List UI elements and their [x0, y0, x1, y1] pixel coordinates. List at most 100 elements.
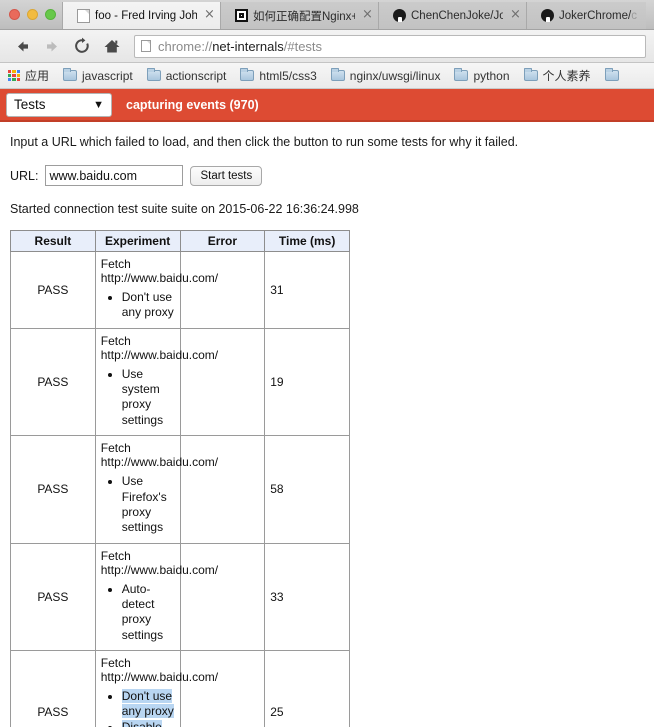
table-header-row: Result Experiment Error Time (ms) — [10, 230, 350, 252]
bookmarks-bar: 应用 javascript actionscript html5/css3 nginx/… — [0, 63, 654, 89]
page-select-dropdown[interactable]: Tests ▼ — [6, 92, 112, 117]
table-row: PASSFetch http://www.baidu.com/Use Firef… — [10, 435, 350, 544]
page-select-value: Tests — [14, 97, 46, 112]
github-icon — [393, 9, 406, 22]
selected-text: Don't use any proxy — [121, 689, 174, 719]
tests-page-content: Input a URL which failed to load, and th… — [0, 122, 654, 727]
experiment-title: Fetch http://www.baidu.com/ — [100, 656, 219, 685]
tab-title: JokerChrome/c — [559, 9, 637, 22]
result-cell: PASS — [10, 251, 96, 329]
result-cell: PASS — [10, 327, 96, 437]
bookmark-folder-3[interactable]: nginx/uwsgi/linux — [330, 68, 441, 83]
selected-text: Disable IPv6 host resolving — [121, 719, 172, 727]
capture-status-text: capturing events (970) — [126, 97, 259, 112]
experiment-steps: Don't use any proxyDisable IPv6 host res… — [101, 689, 175, 727]
bookmark-folder-0[interactable]: javascript — [63, 68, 133, 83]
table-row: PASSFetch http://www.baidu.com/Auto-dete… — [10, 542, 350, 652]
experiment-steps: Use system proxy settings — [101, 367, 175, 428]
browser-tab-3[interactable]: JokerChrome/c — [526, 2, 646, 29]
bookmark-folder-4[interactable]: python — [454, 68, 510, 83]
table-row: PASSFetch http://www.baidu.com/Use syste… — [10, 327, 350, 437]
experiment-step: Use Firefox's proxy settings — [122, 474, 175, 535]
tab-close-icon[interactable]: × — [203, 8, 216, 22]
browser-tabs: foo - Fred Irving Joh×如何正确配置Nginx+F×Chen… — [62, 0, 654, 29]
bookmark-label: python — [473, 68, 510, 83]
folder-icon — [604, 68, 619, 81]
url-host: net-internals — [212, 38, 284, 54]
start-tests-button[interactable]: Start tests — [190, 165, 263, 186]
intro-text: Input a URL which failed to load, and th… — [10, 135, 519, 149]
column-header-experiment: Experiment — [94, 230, 181, 252]
experiment-title: Fetch http://www.baidu.com/ — [100, 441, 219, 470]
tab-title: ChenChenJoke/Joke — [411, 9, 503, 22]
reload-button[interactable] — [68, 33, 96, 59]
bookmark-label: actionscript — [165, 68, 227, 83]
started-suite-text: Started connection test suite suite on 2… — [10, 202, 359, 216]
folder-icon — [454, 68, 469, 81]
url-path: /#tests — [283, 38, 323, 54]
bookmark-label: nginx/uwsgi/linux — [349, 68, 441, 83]
net-internals-header: Tests ▼ capturing events (970) — [0, 89, 654, 122]
time-cell: 58 — [264, 435, 350, 544]
test-results-table: Result Experiment Error Time (ms) PASS Fe… — [10, 230, 350, 727]
time-cell: 25 — [264, 650, 350, 727]
browser-toolbar: chrome://net-internals/#tests — [0, 30, 654, 63]
address-bar[interactable]: chrome://net-internals/#tests — [134, 34, 646, 58]
folder-icon — [330, 68, 345, 81]
bookmark-label: javascript — [82, 68, 133, 83]
tab-title: foo - Fred Irving Joh — [95, 9, 197, 22]
bookmark-folder-2[interactable]: html5/css3 — [240, 68, 317, 83]
table-row: PASSFetch http://www.baidu.com/Don't use… — [10, 650, 350, 727]
bookmark-label: 个人素养 — [542, 69, 591, 83]
square-icon — [235, 9, 248, 22]
back-button[interactable] — [8, 33, 36, 59]
result-cell: PASS — [10, 650, 96, 727]
folder-icon — [240, 68, 255, 81]
folder-icon — [146, 68, 161, 81]
chevron-down-icon: ▼ — [93, 98, 104, 111]
result-cell: PASS — [10, 435, 96, 544]
bookmark-label: 应用 — [25, 69, 50, 83]
minimize-window-button[interactable] — [27, 8, 38, 20]
url-scheme: chrome:// — [158, 38, 213, 54]
experiment-cell: Fetch http://www.baidu.com/Use Firefox's… — [94, 435, 219, 544]
window-traffic-lights — [0, 0, 62, 29]
page-icon — [77, 8, 90, 23]
tab-strip: foo - Fred Irving Joh×如何正确配置Nginx+F×Chen… — [0, 0, 654, 30]
experiment-cell: Fetch http://www.baidu.com/Don't use any… — [94, 251, 218, 329]
page-info-icon[interactable] — [141, 40, 151, 52]
forward-button[interactable] — [38, 33, 66, 59]
time-cell: 19 — [264, 327, 350, 437]
url-form-row: URL: Start tests — [10, 165, 644, 186]
browser-tab-0[interactable]: foo - Fred Irving Joh × — [62, 2, 220, 29]
close-window-button[interactable] — [9, 8, 20, 20]
time-cell: 31 — [264, 251, 350, 329]
browser-tab-2[interactable]: ChenChenJoke/Joke × — [378, 2, 526, 29]
experiment-steps: Use Firefox's proxy settings — [101, 474, 175, 535]
experiment-title: Fetch http://www.baidu.com/ — [100, 548, 219, 577]
column-header-result: Result — [10, 230, 96, 252]
bookmark-folder-5[interactable]: 个人素养 — [523, 67, 591, 84]
error-cell — [179, 435, 266, 544]
bookmark-folder-6[interactable] — [604, 68, 624, 81]
url-input[interactable] — [45, 165, 184, 186]
folder-icon — [63, 68, 78, 81]
error-cell — [179, 251, 266, 329]
experiment-step: Don't use any proxy — [122, 290, 175, 321]
experiment-step: Disable IPv6 host resolving — [121, 719, 175, 727]
browser-tab-1[interactable]: 如何正确配置Nginx+F × — [220, 2, 378, 29]
zoom-window-button[interactable] — [45, 8, 56, 20]
folder-icon — [523, 68, 538, 81]
bookmark-apps[interactable]: 应用 — [8, 67, 49, 84]
tab-close-icon[interactable]: × — [361, 8, 374, 22]
result-cell: PASS — [10, 542, 96, 652]
bookmark-folder-1[interactable]: actionscript — [146, 68, 227, 83]
experiment-step: Don't use any proxy — [121, 689, 175, 720]
error-cell — [179, 327, 266, 437]
home-button[interactable] — [98, 33, 126, 59]
tab-title: 如何正确配置Nginx+F — [253, 10, 355, 23]
experiment-step: Auto-detect proxy settings — [122, 582, 175, 643]
table-row: PASSFetch http://www.baidu.com/Don't use… — [10, 251, 350, 329]
experiment-step: Use system proxy settings — [122, 367, 175, 428]
tab-close-icon[interactable]: × — [509, 8, 522, 22]
